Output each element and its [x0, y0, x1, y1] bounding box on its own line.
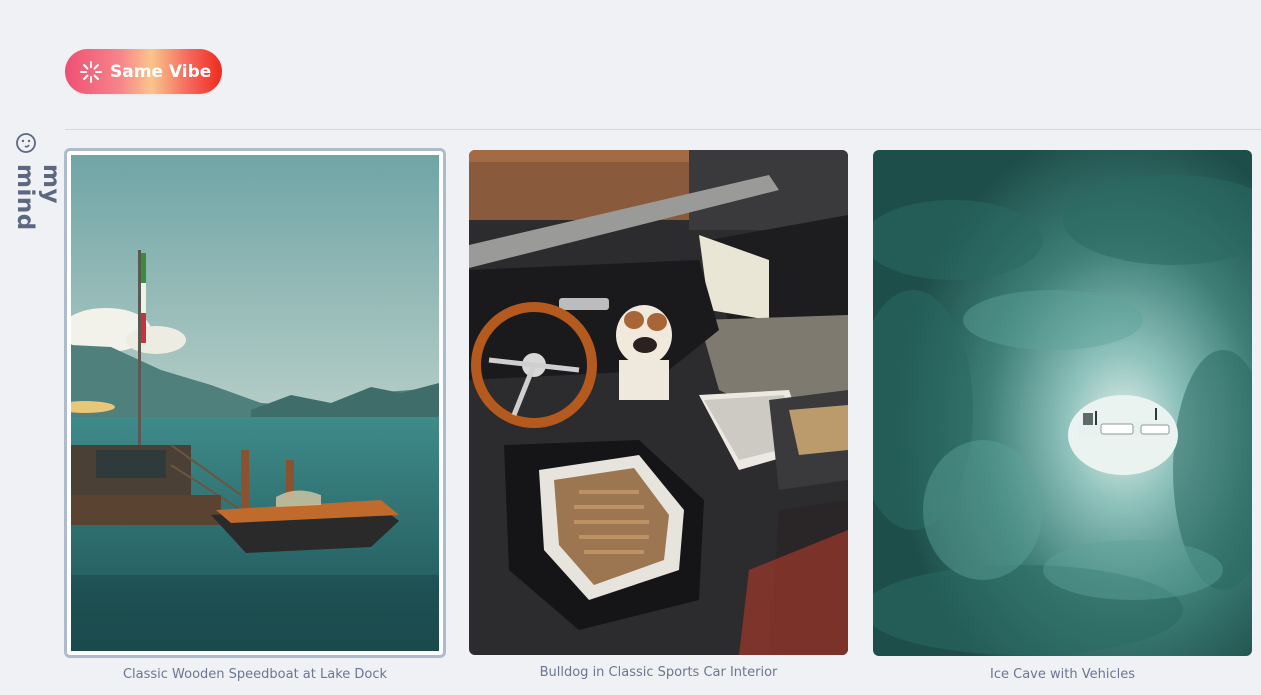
divider: [65, 129, 1261, 130]
speedboat-lake-image: [71, 155, 439, 651]
same-vibe-label: Same Vibe: [110, 61, 212, 82]
image-frame: [64, 148, 446, 658]
gallery-card-speedboat[interactable]: Classic Wooden Speedboat at Lake Dock: [64, 148, 446, 688]
sidebar-rail[interactable]: my mind: [10, 128, 64, 268]
bulldog-car-image: [469, 150, 848, 655]
mind-face-icon: [16, 133, 36, 153]
gallery-card-ice-cave[interactable]: Ice Cave with Vehicles: [873, 150, 1252, 690]
page: my mind Same Vibe Classic Wooden Speedbo…: [0, 0, 1261, 695]
sidebar-label: my mind: [12, 164, 64, 231]
ice-cave-image: [873, 150, 1252, 656]
gallery-card-bulldog[interactable]: Bulldog in Classic Sports Car Interior: [469, 150, 848, 690]
card-caption: Classic Wooden Speedboat at Lake Dock: [122, 667, 388, 682]
image-frame: [873, 150, 1252, 656]
card-caption: Ice Cave with Vehicles: [990, 667, 1135, 682]
card-caption: Bulldog in Classic Sports Car Interior: [539, 665, 778, 680]
sparkle-burst-icon: [80, 60, 102, 83]
same-vibe-button[interactable]: Same Vibe: [65, 49, 222, 94]
image-frame: [469, 150, 848, 655]
